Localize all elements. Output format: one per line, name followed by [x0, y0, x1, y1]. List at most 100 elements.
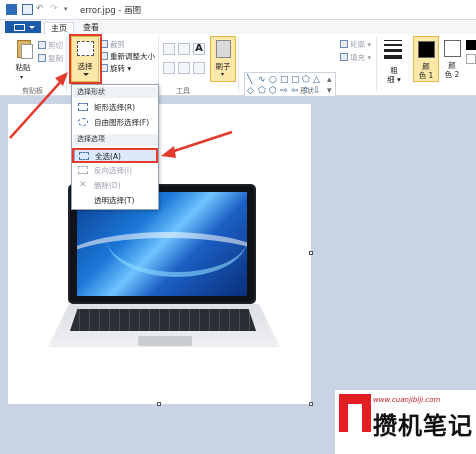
tab-home[interactable]: 主页	[44, 22, 74, 34]
file-menu-icon	[14, 24, 25, 31]
hexagon-shape-icon[interactable]: ⬡	[269, 86, 277, 96]
menu-item-delete[interactable]: ✕ 删除(D)	[74, 179, 158, 192]
laptop-trackpad	[138, 336, 192, 346]
outline-icon	[340, 40, 348, 48]
magnifier-icon[interactable]	[193, 62, 205, 74]
color-picker-icon[interactable]	[178, 62, 190, 74]
line-width-icon	[384, 40, 402, 62]
resize-handle[interactable]	[309, 402, 313, 406]
crop-button[interactable]: 裁剪	[100, 39, 125, 50]
size-button[interactable]: 粗 细 ▾	[380, 36, 408, 86]
menu-item-rect-select[interactable]: 矩形选择(R)	[74, 101, 158, 114]
laptop-keyboard	[70, 309, 256, 331]
rounded-rectangle-shape-icon[interactable]: ▢	[291, 75, 300, 85]
scissors-icon	[38, 41, 46, 49]
copy-label: 复制	[48, 54, 63, 63]
paste-label: 粘贴	[15, 63, 31, 72]
palette-swatch[interactable]	[466, 54, 476, 64]
polygon-shape-icon[interactable]: ⬠	[302, 75, 310, 85]
shapes-group-label: 形状	[300, 87, 314, 95]
text-tool-icon[interactable]: A	[193, 43, 205, 55]
eraser-icon[interactable]	[163, 62, 175, 74]
chevron-down-icon: ▾	[125, 64, 132, 73]
triangle-shape-icon[interactable]: △	[313, 75, 320, 85]
color2-swatch	[444, 40, 461, 57]
color1-button[interactable]: 颜 色 1	[413, 36, 439, 82]
app-icon	[6, 4, 17, 15]
watermark-url: www.cuanjibiji.com	[373, 396, 441, 404]
pencil-icon[interactable]	[163, 43, 175, 55]
brush-icon	[216, 40, 231, 58]
color1-label: 颜	[422, 62, 430, 71]
resize-handle[interactable]	[157, 402, 161, 406]
highlight-box	[72, 148, 158, 163]
curve-shape-icon[interactable]: ∿	[258, 75, 266, 85]
fill-bucket-icon[interactable]	[178, 43, 190, 55]
rect-select-icon	[78, 103, 88, 111]
copy-icon	[38, 54, 46, 62]
watermark-logo	[339, 394, 371, 432]
menu-item-invert-selection[interactable]: 反向选择(I)	[74, 164, 158, 177]
diamond-shape-icon[interactable]: ◇	[247, 86, 254, 96]
outline-button[interactable]: 轮廓 ▾	[340, 39, 371, 50]
menu-item-free-select[interactable]: 自由图形选择(F)	[74, 116, 158, 129]
save-icon[interactable]	[22, 4, 33, 15]
tab-view[interactable]: 查看	[76, 22, 106, 34]
cut-label: 剪切	[48, 41, 63, 50]
chevron-down-icon: ▾	[365, 40, 372, 49]
down-arrow-shape-icon[interactable]: ⇩	[313, 86, 321, 96]
free-select-icon	[78, 118, 88, 126]
menu-item-transparent-selection[interactable]: 透明选择(T)	[74, 194, 158, 207]
menu-header-options: 选择选项	[73, 134, 158, 145]
copy-button[interactable]: 复制	[38, 53, 63, 64]
rotate-button[interactable]: 旋转 ▾	[100, 63, 131, 74]
pentagon-shape-icon[interactable]: ⬠	[258, 86, 266, 96]
size-label-2: 细 ▾	[387, 75, 401, 84]
scroll-down-icon[interactable]: ▾	[327, 86, 332, 96]
crop-label: 裁剪	[110, 40, 125, 49]
outline-label: 轮廓	[350, 40, 365, 49]
highlight-box	[69, 34, 102, 84]
window-title: error.jpg - 画图	[80, 6, 142, 16]
left-arrow-shape-icon[interactable]: ⇦	[291, 86, 299, 96]
oval-shape-icon[interactable]: ○	[269, 75, 277, 85]
paste-button[interactable]: 粘贴 ▾	[4, 36, 42, 84]
color1-label-2: 色 1	[418, 71, 434, 80]
select-dropdown-menu: 选择形状 矩形选择(R) 自由图形选择(F) 选择选项 全选(A) 反向选择(I…	[71, 84, 159, 210]
invert-selection-icon	[78, 166, 88, 174]
line-shape-icon[interactable]: ╲	[247, 75, 252, 85]
canvas[interactable]	[8, 104, 311, 404]
cut-button[interactable]: 剪切	[38, 40, 63, 51]
resize-handle[interactable]	[309, 251, 313, 255]
scroll-up-icon[interactable]: ▴	[327, 75, 332, 85]
fill-button[interactable]: 填充 ▾	[340, 52, 371, 63]
palette-swatch[interactable]	[466, 40, 476, 50]
fill-label: 填充	[350, 53, 365, 62]
title-bar: ↶ ↷ ▾ error.jpg - 画图	[0, 0, 476, 20]
chevron-down-icon	[29, 26, 35, 29]
tools-group-label: 工具	[176, 87, 190, 95]
chevron-down-icon: ▾	[221, 71, 225, 78]
color2-label-2: 色 2	[444, 70, 460, 79]
file-menu-button[interactable]	[5, 21, 41, 33]
menu-header-shape: 选择形状	[73, 87, 158, 98]
brush-button[interactable]: 刷子 ▾	[210, 36, 236, 82]
rectangle-shape-icon[interactable]: □	[280, 75, 289, 85]
fill-icon	[340, 53, 348, 61]
watermark: www.cuanjibiji.com 攒机笔记	[335, 390, 476, 454]
color1-swatch	[418, 41, 435, 58]
undo-icon[interactable]: ↶	[36, 4, 47, 15]
resize-button[interactable]: 重新调整大小	[100, 51, 155, 62]
resize-label: 重新调整大小	[110, 52, 155, 61]
color2-button[interactable]: 颜 色 2	[440, 36, 466, 82]
right-arrow-shape-icon[interactable]: ⇨	[280, 86, 288, 96]
group-divider	[376, 36, 377, 92]
chevron-down-icon: ▾	[20, 74, 24, 81]
size-label: 粗	[390, 66, 398, 75]
ribbon-tabs: 主页 查看	[0, 20, 476, 34]
customize-quick-access-icon[interactable]: ▾	[64, 4, 75, 15]
rotate-label: 旋转	[110, 64, 125, 73]
chevron-down-icon: ▾	[365, 53, 372, 62]
redo-icon[interactable]: ↷	[50, 4, 61, 15]
clipboard-group-label: 剪贴板	[22, 87, 43, 95]
